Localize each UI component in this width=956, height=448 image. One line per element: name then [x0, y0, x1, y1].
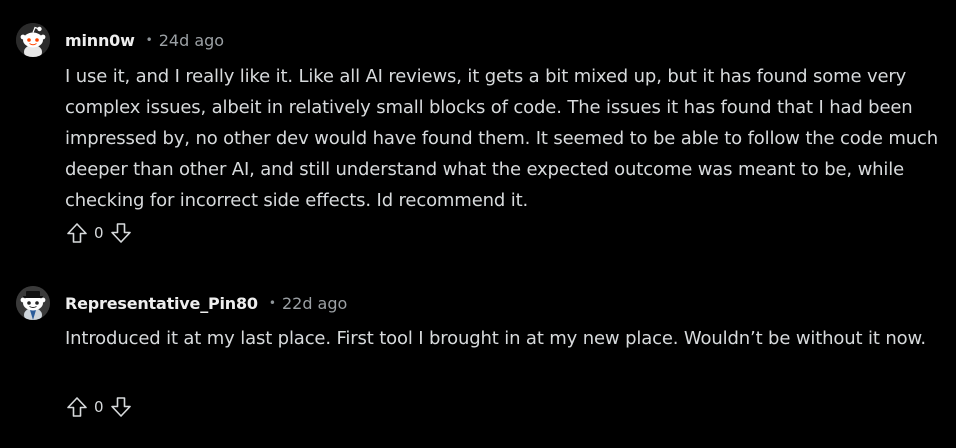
comment-body: I use it, and I really like it. Like all…: [65, 66, 939, 211]
snoo-avatar-icon: [16, 23, 50, 57]
upvote-button[interactable]: [65, 221, 89, 245]
comment-header: Representative_Pin80 • 22d ago: [16, 285, 347, 321]
upvote-arrow-icon: [67, 397, 87, 417]
vote-bar: 0: [65, 394, 133, 420]
downvote-button[interactable]: [109, 395, 133, 419]
vote-count: 0: [94, 224, 104, 242]
avatar[interactable]: [16, 23, 50, 57]
upvote-button[interactable]: [65, 395, 89, 419]
downvote-button[interactable]: [109, 221, 133, 245]
downvote-arrow-icon: [110, 397, 131, 417]
upvote-arrow-icon: [67, 223, 87, 243]
vote-count: 0: [94, 398, 104, 416]
snoo-avatar-icon: [16, 286, 50, 320]
meta-separator: •: [145, 33, 153, 47]
avatar[interactable]: [16, 286, 50, 320]
username[interactable]: Representative_Pin80: [65, 294, 258, 313]
meta-separator: •: [268, 296, 276, 310]
downvote-arrow-icon: [110, 223, 131, 243]
comment-header: minn0w • 24d ago: [16, 22, 224, 58]
vote-bar: 0: [65, 220, 133, 246]
timestamp[interactable]: 24d ago: [159, 31, 224, 50]
timestamp[interactable]: 22d ago: [282, 294, 347, 313]
comment-body: Introduced it at my last place. First to…: [65, 328, 926, 349]
username[interactable]: minn0w: [65, 31, 135, 50]
